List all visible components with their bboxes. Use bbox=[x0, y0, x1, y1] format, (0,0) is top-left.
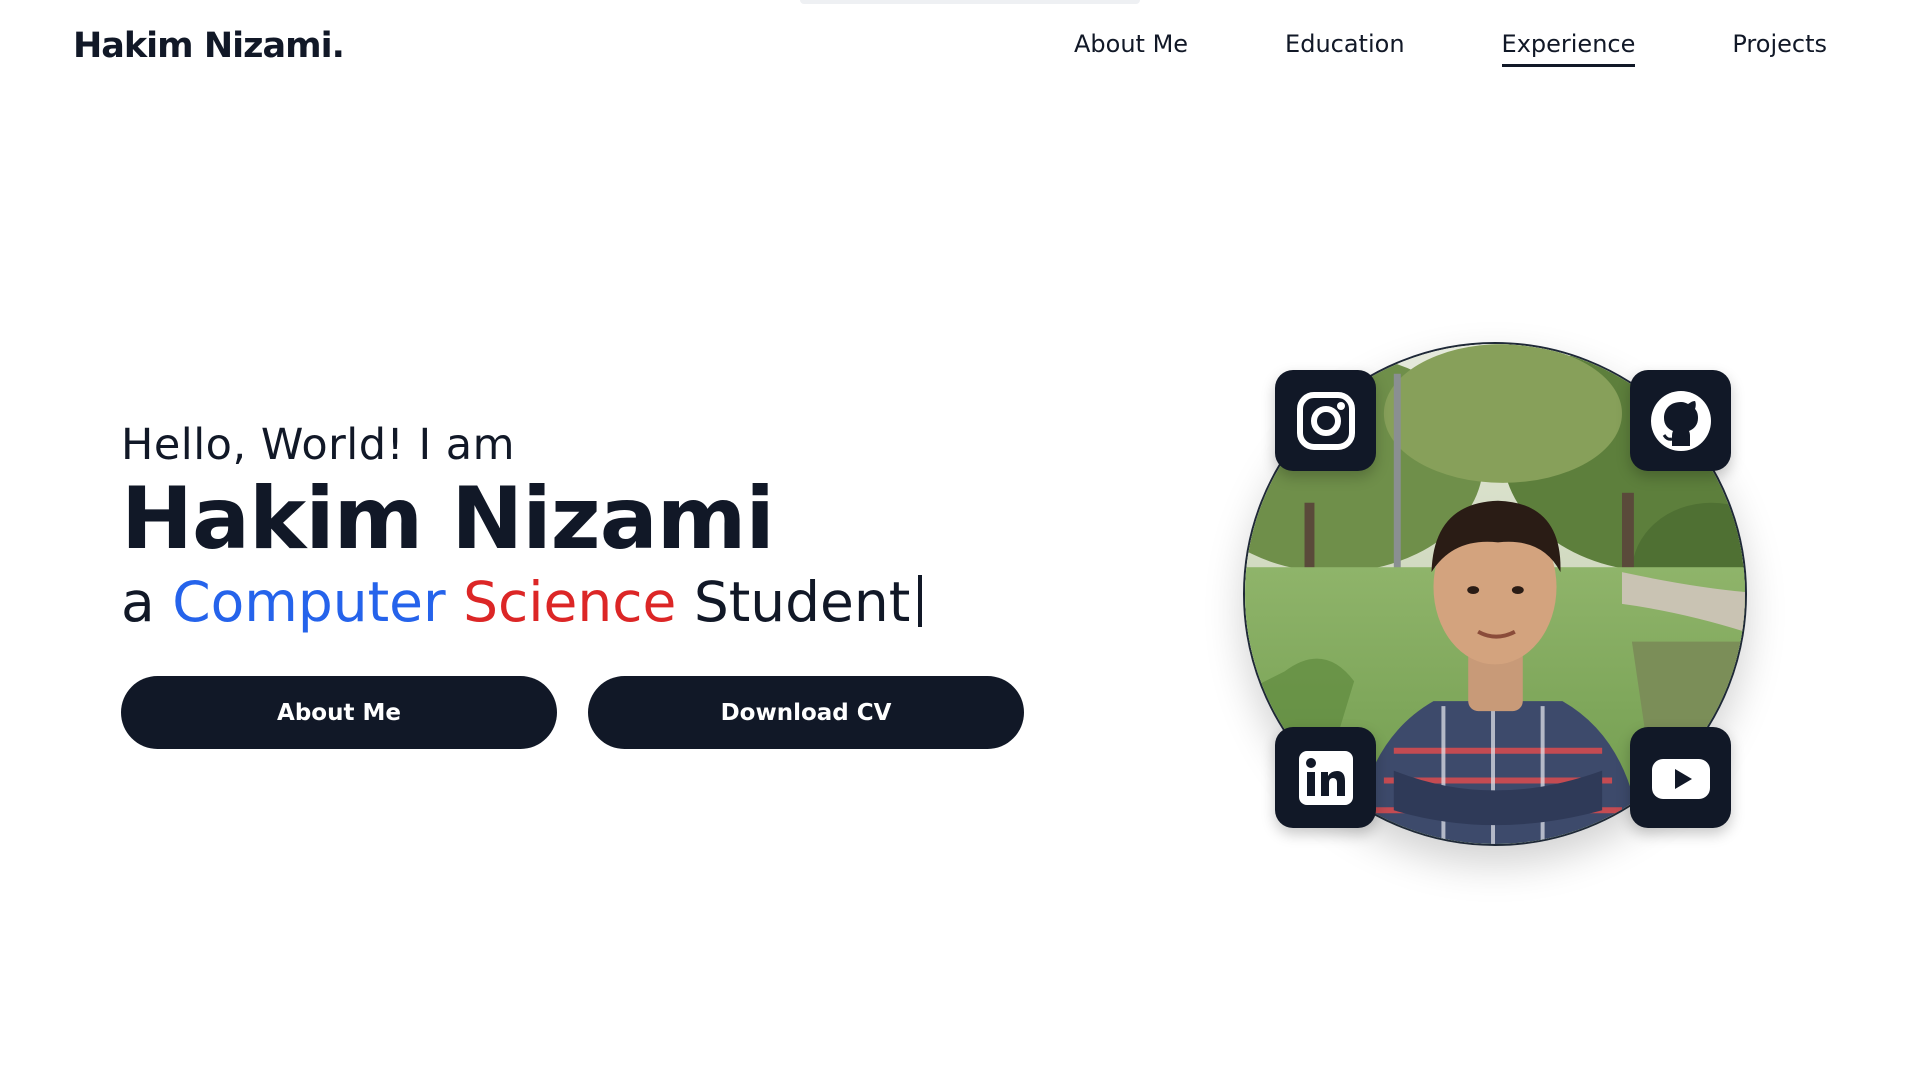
nav-link-experience[interactable]: Experience bbox=[1501, 30, 1636, 67]
instagram-button[interactable] bbox=[1275, 370, 1376, 471]
role-word-student: Student bbox=[693, 570, 911, 635]
youtube-icon bbox=[1651, 758, 1710, 799]
download-cv-button[interactable]: Download CV bbox=[588, 676, 1024, 750]
github-button[interactable] bbox=[1630, 370, 1731, 471]
instagram-icon bbox=[1296, 391, 1355, 450]
hero-greeting: Hello, World! I am bbox=[121, 420, 516, 470]
hero-role: a Computer Science Student bbox=[121, 570, 1071, 634]
linkedin-button[interactable] bbox=[1275, 727, 1376, 828]
hero-buttons: About Me Download CV bbox=[121, 676, 1071, 750]
role-word-science: Science bbox=[463, 570, 677, 635]
role-prefix: a bbox=[121, 570, 155, 635]
hero-text: Hello, World! I am Hakim Nizami a Comput… bbox=[121, 420, 1071, 750]
navbar: Hakim Nizami. About Me Education Experie… bbox=[0, 0, 1920, 96]
about-me-button[interactable]: About Me bbox=[121, 676, 557, 750]
profile-section bbox=[1243, 342, 1747, 846]
nav-link-education[interactable]: Education bbox=[1285, 30, 1404, 67]
typing-caret bbox=[918, 575, 923, 628]
linkedin-icon bbox=[1298, 750, 1353, 805]
role-word-computer: Computer bbox=[172, 570, 446, 635]
site-logo[interactable]: Hakim Nizami. bbox=[73, 26, 345, 66]
nav-link-about-me[interactable]: About Me bbox=[1074, 30, 1188, 67]
nav-links: About Me Education Experience Projects bbox=[1074, 30, 1827, 67]
youtube-button[interactable] bbox=[1630, 727, 1731, 828]
github-icon bbox=[1650, 390, 1711, 451]
hero-name: Hakim Nizami bbox=[121, 469, 775, 569]
nav-link-projects[interactable]: Projects bbox=[1732, 30, 1827, 67]
